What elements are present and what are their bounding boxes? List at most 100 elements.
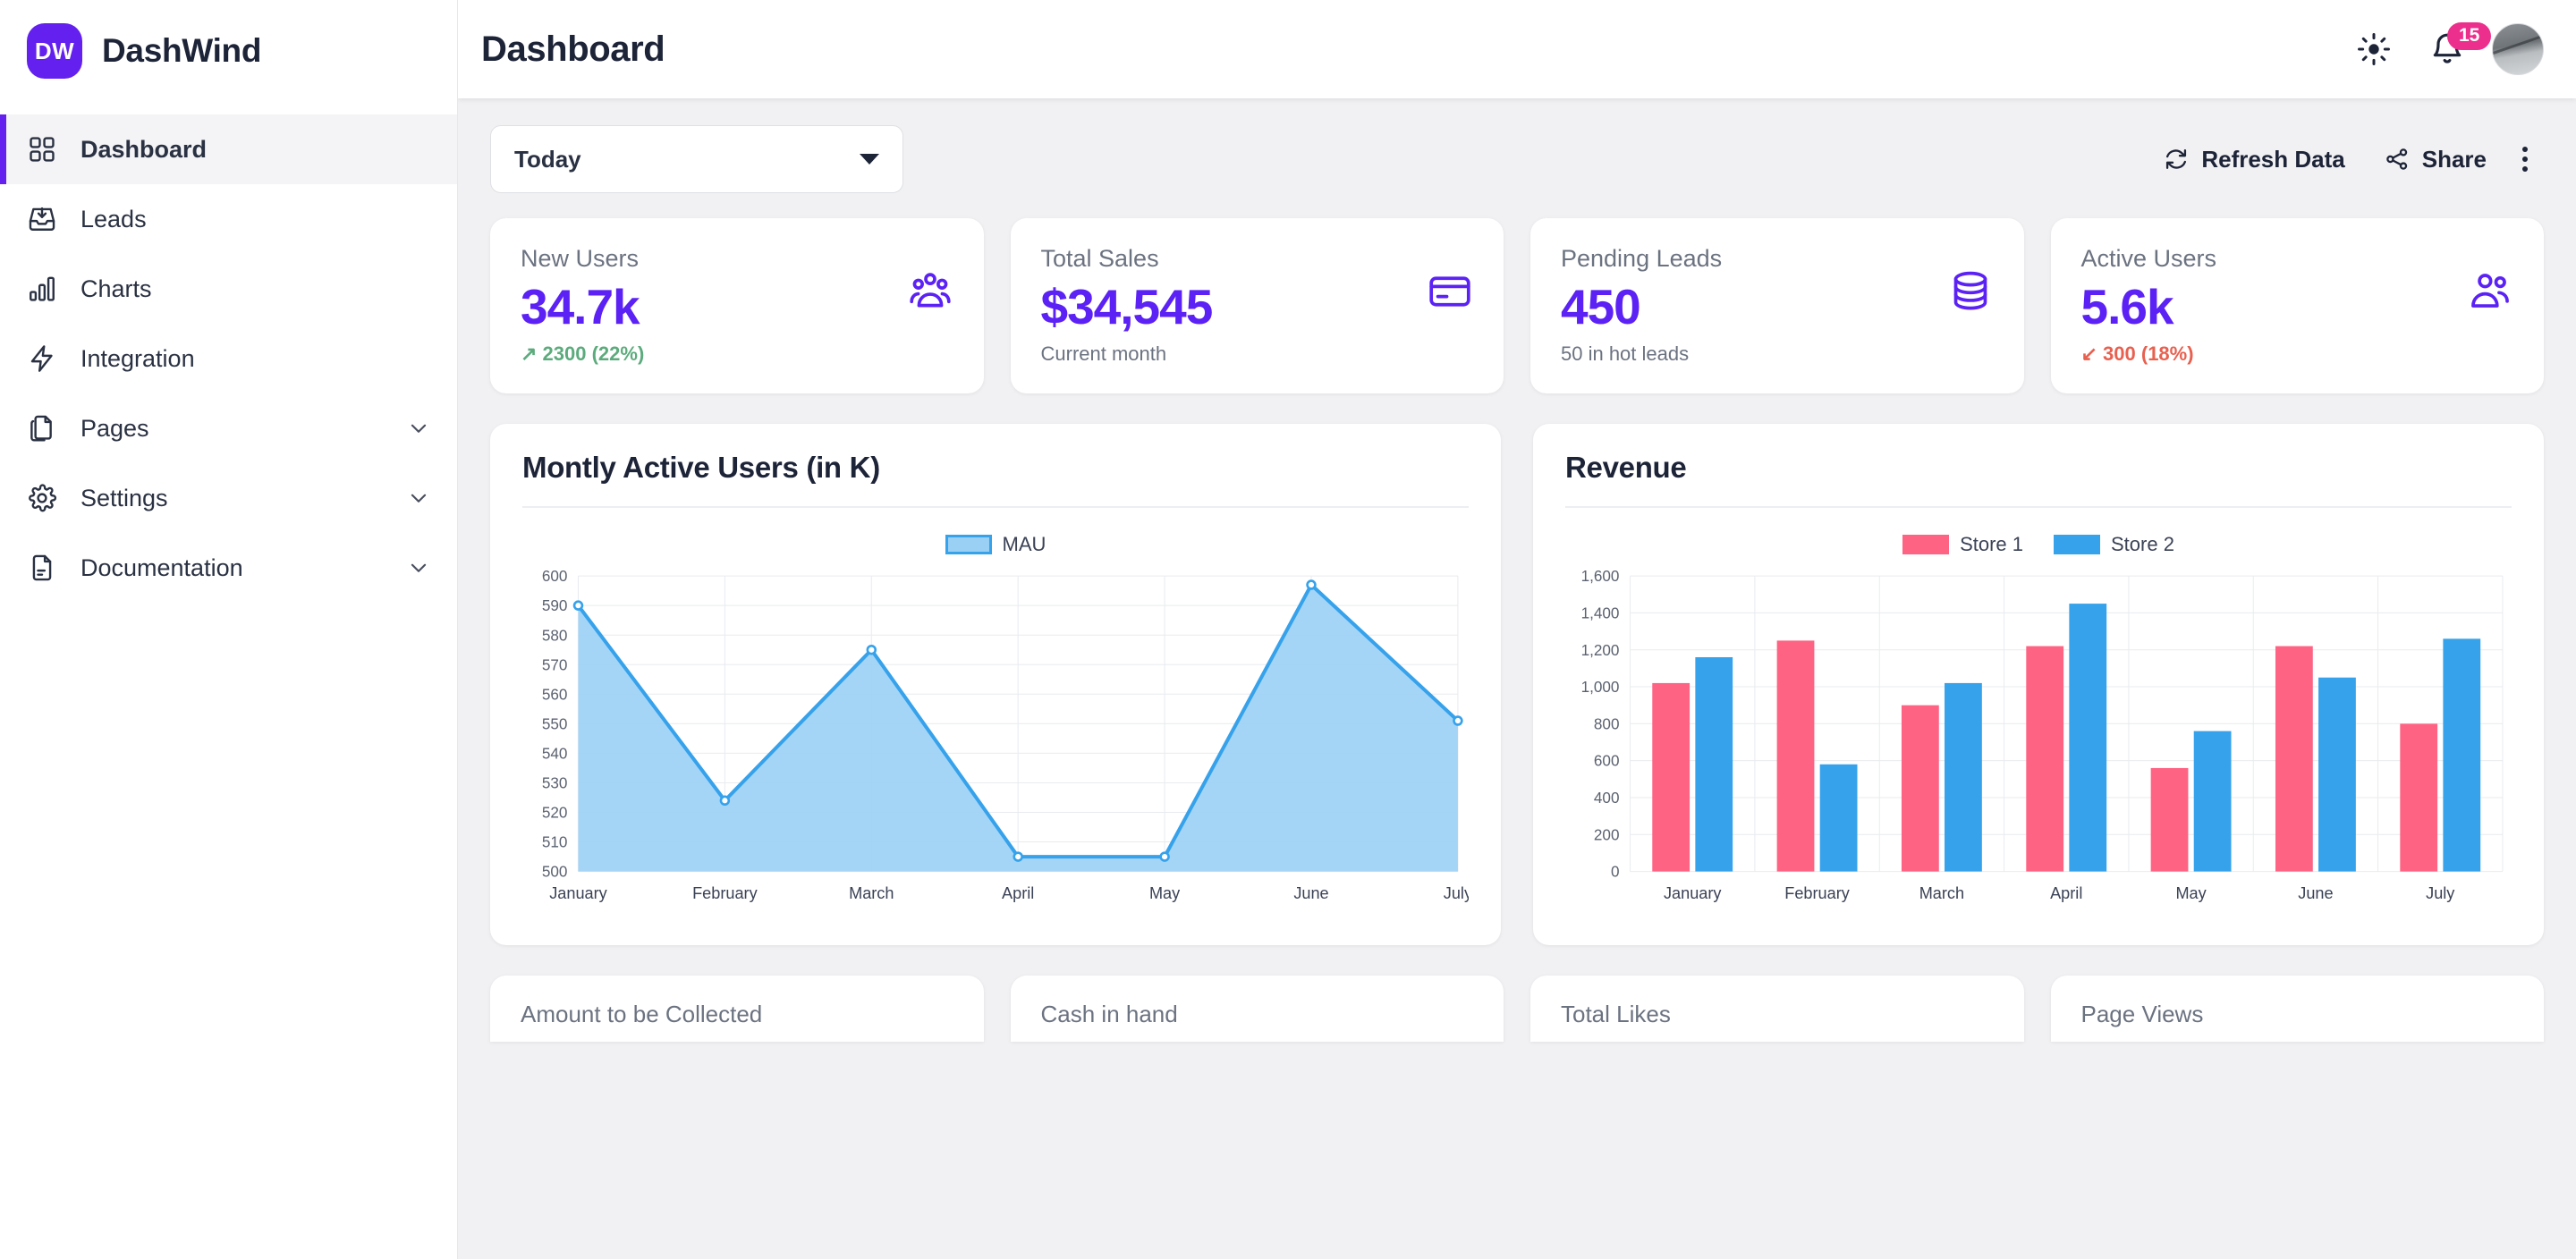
bar[interactable] <box>1695 656 1733 872</box>
stat-card-active-users: Active Users 5.6k ↙ 300 (18%) <box>2050 218 2544 393</box>
sidebar-item-documentation[interactable]: Documentation <box>0 533 457 603</box>
dashboard-content: Today Refresh Data Share New Users 34.7k… <box>458 98 2576 1259</box>
x-axis-tick-label: July <box>1444 884 1469 902</box>
theme-toggle-button[interactable] <box>2345 21 2402 78</box>
period-select[interactable]: Today <box>490 125 903 193</box>
y-axis-tick-label: 0 <box>1611 864 1620 881</box>
bar[interactable] <box>2193 731 2232 872</box>
documents-icon <box>30 415 52 442</box>
stat-card-pending-leads: Pending Leads 450 50 in hot leads <box>1530 218 2024 393</box>
x-axis-tick-label: March <box>849 884 894 902</box>
mini-card-title: Cash in hand <box>1040 1000 1178 1027</box>
notifications-button[interactable]: 15 <box>2419 21 2492 78</box>
brand-logo[interactable]: DW DashWind <box>0 0 457 102</box>
sidebar-item-charts[interactable]: Charts <box>0 254 457 324</box>
bar[interactable] <box>2026 646 2064 872</box>
bar[interactable] <box>2400 723 2438 872</box>
chevron-down-icon <box>411 494 427 503</box>
stat-card-value: 5.6k <box>2080 279 2174 334</box>
stat-card-title: Pending Leads <box>1561 245 1723 272</box>
avatar[interactable] <box>2492 23 2544 75</box>
x-axis-tick-label: April <box>2050 884 2082 902</box>
sidebar-item-settings[interactable]: Settings <box>0 463 457 533</box>
y-axis-tick-label: 570 <box>542 656 568 673</box>
stat-card-body: Pending Leads 450 50 in hot leads <box>1561 245 1722 366</box>
y-axis-tick-label: 560 <box>542 686 568 703</box>
sidebar: DW DashWind Dashboard Leads Charts Integrat… <box>0 0 458 1259</box>
mini-card-amount-to-be-collected: Amount to be Collected <box>490 975 984 1042</box>
sidebar-item-dashboard[interactable]: Dashboard <box>0 114 457 184</box>
bar[interactable] <box>1652 682 1690 872</box>
document-icon <box>32 554 52 581</box>
bar[interactable] <box>2150 767 2189 872</box>
stat-card-new-users: New Users 34.7k ↗ 2300 (22%) <box>490 218 984 393</box>
bottom-cards: Amount to be Collected Cash in hand Total … <box>490 975 2544 1042</box>
y-axis-tick-label: 1,400 <box>1581 604 1620 621</box>
mini-card-title: Total Likes <box>1561 1000 1671 1027</box>
database-icon <box>1953 271 1987 310</box>
revenue-chart-plot: 0 200 400 600 800 1,000 1,200 1,400 1,600 January… <box>1565 563 2512 915</box>
data-point[interactable] <box>719 795 731 807</box>
dots-vertical-icon <box>2522 166 2528 172</box>
bar[interactable] <box>2275 646 2313 872</box>
data-point[interactable] <box>866 644 877 655</box>
data-point[interactable] <box>1453 715 1463 726</box>
bar[interactable] <box>1776 640 1815 872</box>
data-point[interactable] <box>1159 851 1170 862</box>
stat-card-subtext: ↙ 300 (18%) <box>2081 342 2217 366</box>
refresh-data-button[interactable]: Refresh Data <box>2144 137 2364 182</box>
stat-card-body: New Users 34.7k ↗ 2300 (22%) <box>521 245 644 366</box>
bar[interactable] <box>1901 705 1939 872</box>
sidebar-item-label: Integration <box>80 344 195 372</box>
legend-item[interactable]: MAU <box>945 533 1046 556</box>
x-axis-tick-label: April <box>1002 884 1034 902</box>
legend-swatch <box>945 535 992 554</box>
data-point[interactable] <box>572 600 584 611</box>
mini-card-total-likes: Total Likes <box>1530 975 2024 1042</box>
legend-item[interactable]: Store 1 <box>1902 533 2023 556</box>
legend-swatch <box>2054 535 2100 554</box>
sidebar-item-label: Charts <box>80 275 152 302</box>
data-point[interactable] <box>1013 851 1023 862</box>
period-select-value: Today <box>514 145 581 173</box>
stat-card-title: New Users <box>521 245 640 272</box>
topbar: Dashboard 15 <box>458 0 2576 98</box>
y-axis-tick-label: 540 <box>542 745 568 762</box>
sidebar-nav: Dashboard Leads Charts Integration Pages Sett… <box>0 114 457 603</box>
brand-badge: DW <box>27 23 82 79</box>
bar[interactable] <box>2443 638 2481 872</box>
bolt-icon <box>30 345 53 372</box>
divider <box>1565 506 2512 508</box>
y-axis-tick-label: 530 <box>542 775 568 792</box>
sidebar-item-label: Leads <box>80 205 147 232</box>
share-button[interactable]: Share <box>2365 137 2506 182</box>
more-options-button[interactable] <box>2506 136 2544 182</box>
y-axis-tick-label: 1,600 <box>1581 568 1620 585</box>
sidebar-item-integration[interactable]: Integration <box>0 324 457 393</box>
x-axis-tick-label: February <box>692 884 758 902</box>
bar[interactable] <box>2069 604 2107 872</box>
legend-swatch <box>1902 535 1950 554</box>
stat-card-value: 34.7k <box>521 279 640 334</box>
users-group-icon <box>909 273 951 308</box>
stat-card-subtext-value: 2300 (22%) <box>542 342 645 365</box>
sidebar-item-label: Pages <box>80 414 149 442</box>
bar[interactable] <box>1945 682 1982 872</box>
x-axis-tick-label: February <box>1784 884 1850 902</box>
y-axis-tick-label: 520 <box>542 805 568 822</box>
sidebar-item-leads[interactable]: Leads <box>0 184 457 254</box>
dots-vertical-icon <box>2522 147 2528 152</box>
stat-card-value: $34,545 <box>1040 279 1214 334</box>
y-axis-tick-label: 500 <box>542 864 568 881</box>
sidebar-item-pages[interactable]: Pages <box>0 393 457 463</box>
mini-card-title: Page Views <box>2080 1000 2204 1027</box>
data-point[interactable] <box>1306 579 1317 590</box>
stat-card-value: 450 <box>1561 279 1641 334</box>
y-axis-tick-label: 200 <box>1594 826 1620 843</box>
y-axis-tick-label: 600 <box>542 568 568 585</box>
inbox-icon <box>29 207 55 231</box>
legend-item[interactable]: Store 2 <box>2054 533 2174 556</box>
bar[interactable] <box>1819 764 1858 872</box>
revenue-bar-chart: 0 200 400 600 800 1,000 1,200 1,400 1,600 January… <box>1581 568 2504 902</box>
bar[interactable] <box>2318 677 2356 872</box>
